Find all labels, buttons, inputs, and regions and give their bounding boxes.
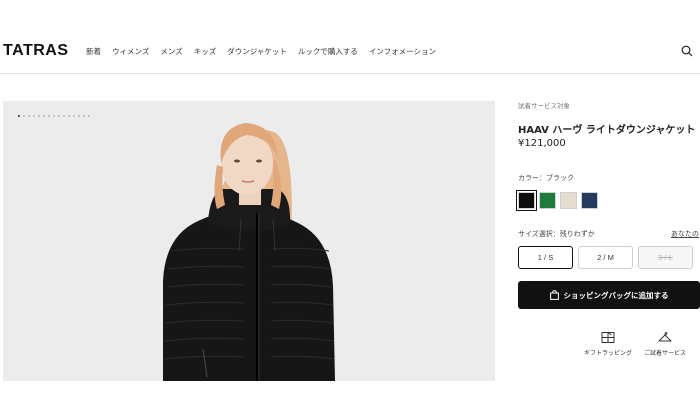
nav-mens[interactable]: メンズ <box>160 46 182 57</box>
gallery-dot[interactable] <box>78 115 80 117</box>
color-swatch-navy[interactable] <box>581 192 598 209</box>
gallery-dot[interactable] <box>28 115 30 117</box>
product-photo <box>3 101 495 381</box>
search-icon[interactable] <box>681 45 693 57</box>
gallery-dot[interactable] <box>58 115 60 117</box>
product-image-gallery[interactable] <box>3 101 495 381</box>
shopping-bag-icon <box>549 290 559 300</box>
main-nav: 新着 ウィメンズ メンズ キッズ ダウンジャケット ルックで購入する インフォメ… <box>86 46 436 57</box>
add-to-bag-label: ショッピングバッグに追加する <box>563 290 669 300</box>
trial-service-tag: 試着サービス対象 <box>518 102 570 110</box>
gallery-dot[interactable] <box>73 115 75 117</box>
size-option-3-l[interactable]: 3 / L <box>638 246 693 269</box>
size-guide-link[interactable]: あなたの <box>671 229 699 239</box>
gallery-dot[interactable] <box>33 115 35 117</box>
gallery-dot[interactable] <box>68 115 70 117</box>
product-title: HAAV ハーヴ ライトダウンジャケット <box>518 125 696 136</box>
color-swatch-black[interactable] <box>516 190 537 211</box>
gallery-dot[interactable] <box>53 115 55 117</box>
color-label: カラー：ブラック <box>518 174 574 182</box>
gallery-dots[interactable] <box>18 115 90 117</box>
nav-womens[interactable]: ウィメンズ <box>112 46 149 57</box>
trial-service-link[interactable]: ご試着サービス <box>635 331 695 357</box>
nav-information[interactable]: インフォメーション <box>369 46 436 57</box>
gift-wrapping-label: ギフトラッピング <box>583 350 632 357</box>
nav-shop-the-look[interactable]: ルックで購入する <box>298 46 358 57</box>
size-option-2-m[interactable]: 2 / M <box>578 246 633 269</box>
gallery-dot[interactable] <box>18 115 20 117</box>
size-options: 1 / S 2 / M 3 / L <box>518 246 693 269</box>
product-price: ¥121,000 <box>518 138 566 149</box>
hanger-icon <box>658 332 672 342</box>
brand-logo[interactable]: TATRAS <box>3 42 69 60</box>
gift-wrapping-link[interactable]: ギフトラッピング <box>578 331 638 357</box>
size-option-1-s[interactable]: 1 / S <box>518 246 573 269</box>
add-to-bag-button[interactable]: ショッピングバッグに追加する <box>518 281 700 309</box>
color-swatches <box>516 190 598 211</box>
trial-service-label: ご試着サービス <box>643 350 686 357</box>
nav-down-jackets[interactable]: ダウンジャケット <box>227 46 287 57</box>
color-swatch-green[interactable] <box>539 192 556 209</box>
gallery-dot[interactable] <box>43 115 45 117</box>
gallery-dot[interactable] <box>23 115 25 117</box>
site-header: TATRAS 新着 ウィメンズ メンズ キッズ ダウンジャケット ルックで購入す… <box>0 0 700 74</box>
nav-new-arrivals[interactable]: 新着 <box>86 46 101 57</box>
gallery-dot[interactable] <box>63 115 65 117</box>
gallery-dot[interactable] <box>83 115 85 117</box>
gallery-dot[interactable] <box>88 115 90 117</box>
gift-box-icon <box>601 332 615 343</box>
size-label: サイズ選択：残りわずか <box>518 230 595 238</box>
color-swatch-beige[interactable] <box>560 192 577 209</box>
gallery-dot[interactable] <box>38 115 40 117</box>
gallery-dot[interactable] <box>48 115 50 117</box>
nav-kids[interactable]: キッズ <box>194 46 217 57</box>
